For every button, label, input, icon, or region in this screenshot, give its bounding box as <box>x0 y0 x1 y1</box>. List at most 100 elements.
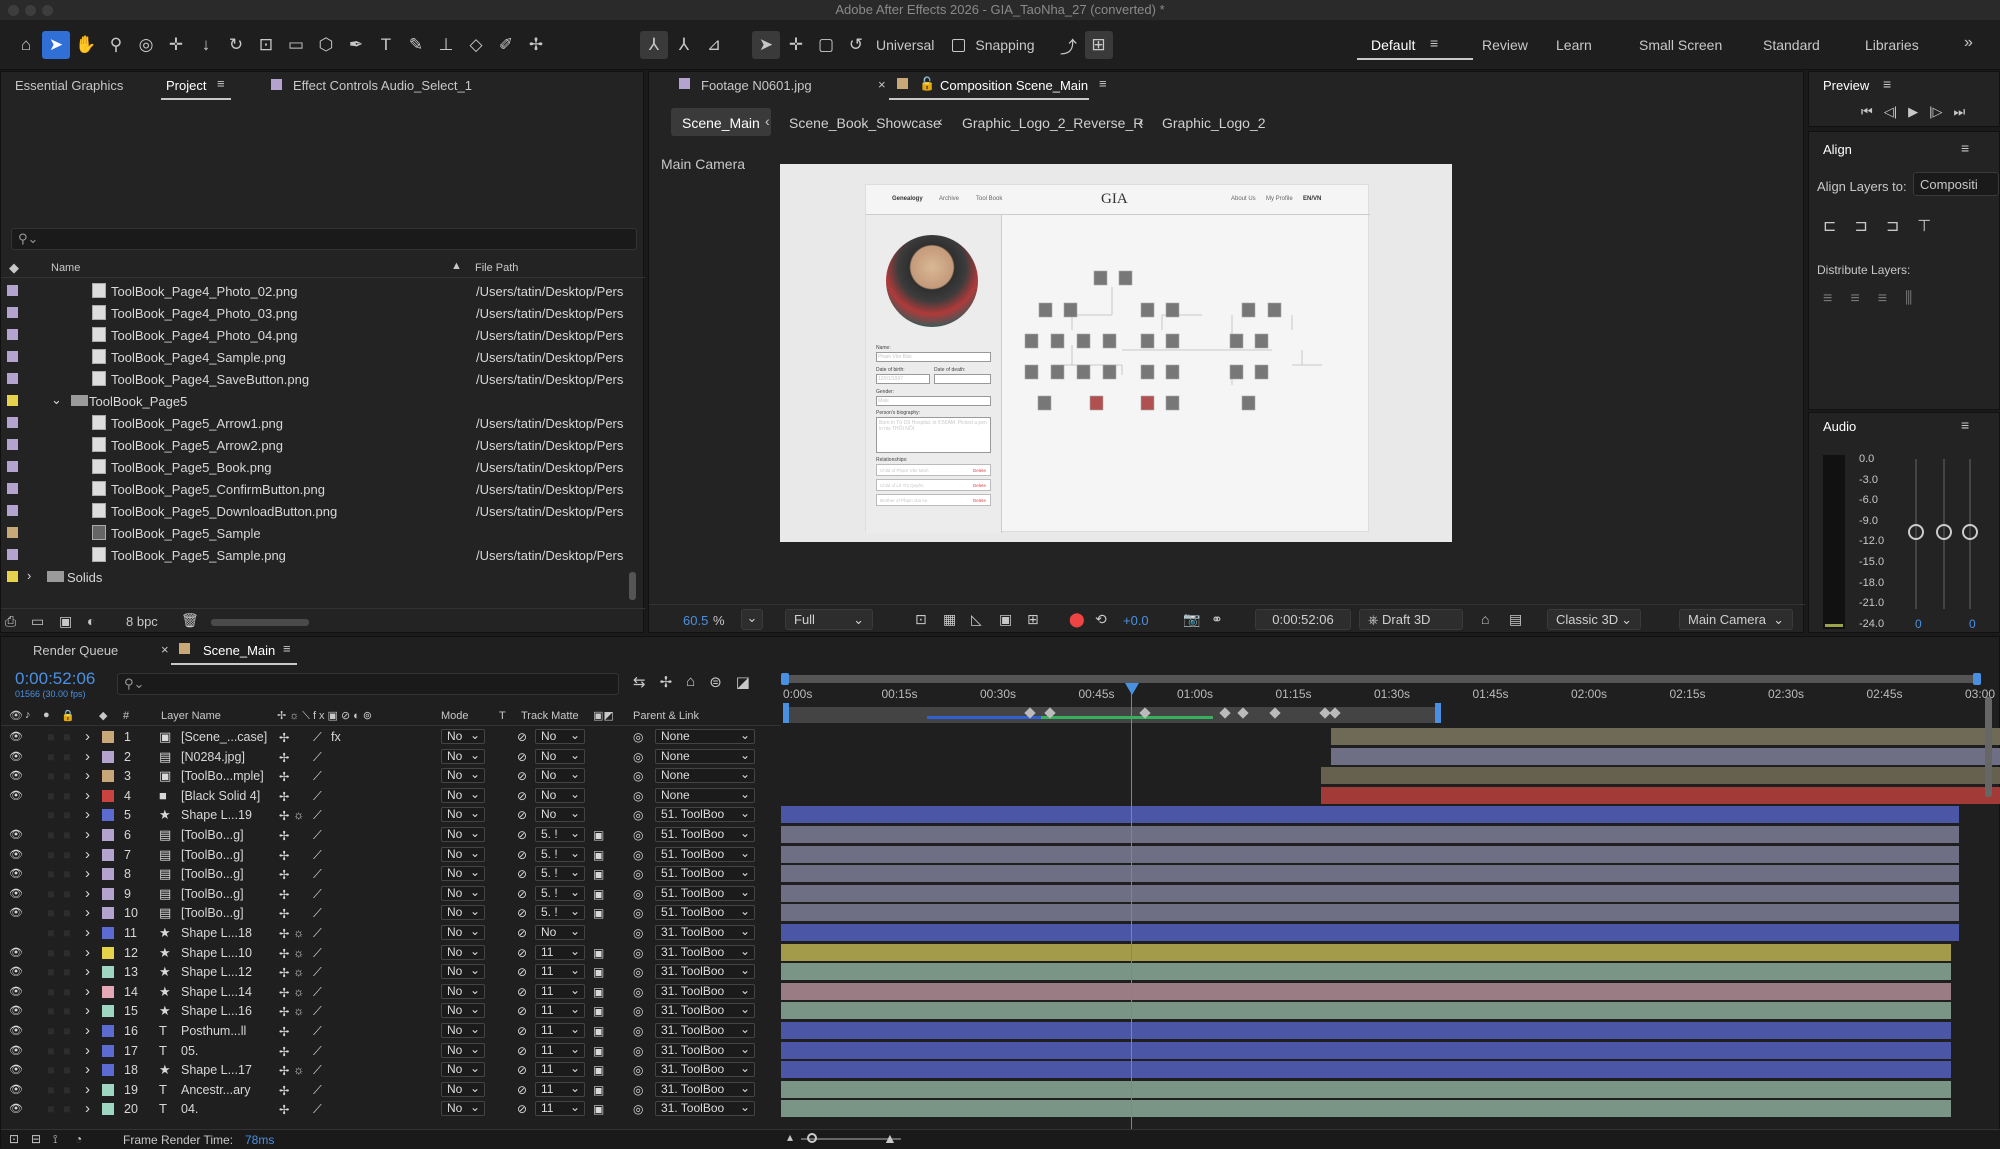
layer-duration-bar[interactable] <box>781 963 1951 981</box>
transparency-grid-icon[interactable]: ▦ <box>943 611 956 628</box>
sort-ascending-icon[interactable]: ▲ <box>451 260 462 272</box>
snapping-checkbox[interactable] <box>952 38 966 52</box>
local-axis-icon[interactable]: ⅄ <box>640 31 668 59</box>
zoom-window-button[interactable] <box>42 5 53 16</box>
project-item[interactable]: ToolBook_Page5_ConfirmButton.png/Users/t… <box>1 478 637 500</box>
label-color-swatch[interactable] <box>7 439 18 450</box>
workspace-libraries[interactable]: Libraries <box>1865 37 1919 53</box>
gizmo-scale-icon[interactable]: ▢ <box>812 31 840 59</box>
tab-composition[interactable]: Composition Scene_Main <box>940 78 1088 93</box>
align-top-icon[interactable]: ⊤ <box>1917 216 1931 236</box>
snap-options-icon[interactable]: ⤴ <box>1055 31 1083 59</box>
mask-visibility-icon[interactable]: ◺ <box>971 611 982 628</box>
layer-duration-bar[interactable] <box>781 904 1959 922</box>
new-folder-icon[interactable]: ▭ <box>31 613 44 630</box>
brush-tool-icon[interactable]: ✎ <box>402 31 430 59</box>
show-snapshot-icon[interactable]: ⚭ <box>1211 611 1223 628</box>
delete-icon[interactable]: 🗑 <box>181 612 199 629</box>
layer-duration-bar[interactable] <box>1331 747 2000 765</box>
draft-3d-timeline-icon[interactable]: ✢ <box>660 673 673 691</box>
project-item[interactable]: ⌄ ToolBook_Page5 <box>1 390 637 412</box>
project-item[interactable]: ToolBook_Page5_Arrow2.png/Users/tatin/De… <box>1 434 637 456</box>
label-color-swatch[interactable] <box>7 571 18 582</box>
layer-duration-bar[interactable] <box>1321 767 2000 785</box>
zoom-in-icon[interactable]: ▲ <box>883 1130 897 1146</box>
label-color-swatch[interactable] <box>7 307 18 318</box>
label-color-swatch[interactable] <box>7 395 18 406</box>
layer-duration-bar[interactable] <box>781 845 1959 863</box>
work-area-bar[interactable] <box>783 707 1439 723</box>
project-item[interactable]: ToolBook_Page5_Book.png/Users/tatin/Desk… <box>1 456 637 478</box>
puppet-pin-icon[interactable]: ✢ <box>522 31 550 59</box>
timeline-current-time[interactable]: 0:00:52:06 <box>15 669 95 689</box>
speaker-icon[interactable]: ◔ <box>75 1132 82 1146</box>
layer-duration-bar[interactable] <box>781 884 1959 902</box>
viewer-menu-icon[interactable]: ≡ <box>1099 76 1107 91</box>
audio-menu-icon[interactable]: ≡ <box>1961 417 1969 433</box>
label-color-swatch[interactable] <box>7 417 18 428</box>
shy-layers-icon[interactable]: ⌂ <box>686 673 695 691</box>
project-menu-icon[interactable]: ≡ <box>217 76 225 91</box>
adjust-project-settings-icon[interactable]: ◐ <box>87 613 95 629</box>
magnification-dropdown[interactable]: ⌄ <box>741 609 763 630</box>
layer-duration-bar[interactable] <box>781 1061 1951 1079</box>
composition-mini-flowchart-icon[interactable]: ⇆ <box>633 673 646 691</box>
zoom-out-icon[interactable]: ▴ <box>787 1130 793 1144</box>
label-color-swatch[interactable] <box>7 373 18 384</box>
work-area-end-handle[interactable] <box>1435 703 1441 723</box>
exposure-value[interactable]: +0.0 <box>1123 613 1149 628</box>
pen-tool-icon[interactable]: ✒ <box>342 31 370 59</box>
label-column-icon[interactable]: ◆ <box>9 260 19 276</box>
project-item[interactable]: › Solids <box>1 566 637 588</box>
lock-icon[interactable]: 🔓 <box>919 76 935 92</box>
renderer-dropdown[interactable]: Classic 3D ⌄ <box>1547 609 1641 630</box>
navigator-start-handle[interactable] <box>781 673 789 685</box>
align-center-icon[interactable]: ⊐ <box>1854 216 1867 236</box>
distribute-top-icon[interactable]: ≡ <box>1823 290 1832 308</box>
flowchart-icon[interactable]: ⌂ <box>1481 611 1489 627</box>
draft-3d-toggle[interactable]: ⎈ Draft 3D <box>1359 609 1463 630</box>
home-icon[interactable]: ⌂ <box>12 31 40 59</box>
label-color-swatch[interactable] <box>7 527 18 538</box>
workspace-standard[interactable]: Standard <box>1763 37 1820 53</box>
timeline-menu-icon[interactable]: ≡ <box>283 641 291 656</box>
gizmo-rotate-icon[interactable]: ↺ <box>842 31 870 59</box>
label-color-swatch[interactable] <box>7 329 18 340</box>
preview-menu-icon[interactable]: ≡ <box>1883 76 1891 92</box>
workspace-learn[interactable]: Learn <box>1556 37 1592 53</box>
align-menu-icon[interactable]: ≡ <box>1961 140 1969 156</box>
3d-shape-icon[interactable]: ⬡ <box>312 31 340 59</box>
label-color-swatch[interactable] <box>7 285 18 296</box>
snap-grid-icon[interactable]: ⊞ <box>1084 31 1113 59</box>
tab-essential-graphics[interactable]: Essential Graphics <box>15 78 123 93</box>
playhead-handle[interactable] <box>1125 683 1139 695</box>
tab-render-queue[interactable]: Render Queue <box>33 643 118 658</box>
eraser-tool-icon[interactable]: ◇ <box>462 31 490 59</box>
layer-duration-bar[interactable] <box>781 1100 1951 1118</box>
guides-icon[interactable]: ▣ <box>999 611 1012 628</box>
first-frame-icon[interactable]: ⏮ <box>1861 104 1873 120</box>
audio-left-slider-knob[interactable] <box>1908 524 1924 540</box>
chevron-right-icon[interactable]: › <box>27 568 31 583</box>
reset-exposure-icon[interactable]: ⟲ <box>1095 611 1107 628</box>
tab-effect-controls[interactable]: Effect Controls Audio_Select_1 <box>293 78 472 93</box>
project-item[interactable]: ToolBook_Page5_Sample <box>1 522 637 544</box>
rotate-tool-icon[interactable]: ↻ <box>222 31 250 59</box>
project-search-input[interactable]: ⚲⌄ <box>11 228 637 250</box>
minimize-window-button[interactable] <box>25 5 36 16</box>
resolution-dropdown[interactable]: Full ⌄ <box>785 609 873 630</box>
layer-duration-bar[interactable] <box>781 806 1959 824</box>
composition-canvas[interactable]: Genealogy Archive Tool Book GIA About Us… <box>780 164 1452 542</box>
layer-name-header[interactable]: Layer Name <box>161 710 221 722</box>
label-color-swatch[interactable] <box>7 549 18 560</box>
label-color-swatch[interactable] <box>7 461 18 472</box>
align-right-icon[interactable]: ⊐ <box>1886 216 1899 236</box>
next-frame-icon[interactable]: |▷ <box>1929 104 1942 120</box>
audio-right-value[interactable]: 0 <box>1969 617 1976 631</box>
workspace-menu-icon[interactable]: ≡ <box>1430 35 1438 51</box>
new-composition-icon[interactable]: ▣ <box>59 613 72 630</box>
toggle-render-time-icon[interactable]: ⟟ <box>53 1132 57 1147</box>
region-of-interest-icon[interactable]: ⊡ <box>915 611 927 628</box>
distribute-horizontal-icon[interactable]: ⫼ <box>1905 290 1912 308</box>
tab-timeline-scene-main[interactable]: Scene_Main <box>203 643 275 658</box>
